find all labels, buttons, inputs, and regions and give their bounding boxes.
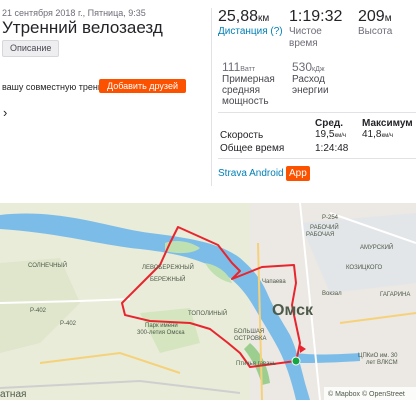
col-avg-header: Сред.: [315, 118, 344, 129]
map-label-gagarin: ГАГАРИНА: [380, 292, 410, 298]
map-label-r402b: Р-402: [60, 321, 77, 327]
map-label-rabochaya: РАБОЧАЯ: [306, 232, 334, 238]
chevron-right-icon[interactable]: ›: [3, 105, 7, 120]
map-label-vlksm: ЦПКиО им. 30: [358, 353, 398, 359]
map-label-chapaeva: Чапаева: [262, 279, 286, 285]
divider-stats: [218, 112, 416, 113]
energy-value: 530: [292, 60, 313, 74]
map-label-rabochiy: РАБОЧИЙ: [310, 223, 339, 231]
map-canvas[interactable]: Омск Парк имени 300-летия Омска ЛЕВОБЕРЕ…: [0, 203, 416, 400]
power-label: Примерная средняя мощность: [222, 74, 275, 107]
stat-distance: 25,88км Дистанция (?): [218, 8, 284, 38]
time-row-label: Общее время: [220, 143, 285, 154]
map-label-topolinyi: ТОПОЛИНЫЙ: [188, 309, 227, 317]
speed-max-value: 41,8: [362, 129, 382, 140]
energy-label: Расход энергии: [292, 74, 329, 96]
map-label-r402a: Р-402: [30, 308, 47, 314]
divider-vertical: [211, 8, 212, 186]
map-label-omsk: Омск: [272, 302, 314, 319]
speed-avg-unit: км/ч: [334, 133, 347, 139]
distance-value: 25,88: [218, 8, 259, 25]
energy-unit: кДж: [312, 66, 325, 73]
stat-energy: 530кДж Расход энергии: [292, 60, 358, 96]
map-label-amursky: АМУРСКИЙ: [360, 243, 393, 251]
map-label-park: Парк имени: [145, 323, 178, 329]
power-unit: Ватт: [240, 66, 256, 73]
power-value: 111: [222, 60, 241, 74]
map-label-park2: 300-летия Омска: [137, 330, 185, 336]
map-label-natnaya: атная: [0, 389, 26, 400]
map-label-kozitskogo: КОЗИЦКОГО: [346, 265, 382, 271]
stat-power: 111Ватт Примерная средняя мощность: [222, 60, 288, 107]
activity-date: 21 сентября 2018 г., Пятница, 9:35: [2, 8, 146, 18]
route-start-marker: [291, 356, 301, 366]
description-chip[interactable]: Описание: [2, 40, 60, 57]
stat-elevation: 209м Высота: [358, 8, 414, 38]
map-label-ostrovka: ОСТРОВКА: [234, 336, 267, 342]
map-label-vlksm2: лет ВЛКСМ: [366, 360, 398, 366]
add-friends-button[interactable]: Добавить друзей: [99, 79, 186, 93]
speed-row-label: Скорость: [220, 130, 264, 141]
map-river-om: [296, 353, 360, 363]
speed-avg-value: 19,5: [315, 129, 335, 140]
map-label-vokzal: Вокзал: [322, 291, 342, 297]
elevation-value: 209: [358, 8, 385, 25]
map-attribution[interactable]: © Mapbox © OpenStreet: [328, 390, 405, 398]
speed-max: 41,8км/ч: [362, 129, 393, 140]
divider-table: [218, 158, 416, 159]
map-label-r254: Р-254: [322, 215, 339, 221]
activity-title[interactable]: Утренний велозаезд: [2, 18, 163, 38]
map-label-beregovoy: БЕРЕЖНЫЙ: [150, 275, 185, 283]
moving-time-label: Чистое время: [289, 26, 322, 49]
map-label-left-bank: ЛЕВОБЕРЕЖНЫЙ: [142, 263, 194, 271]
device-name: Strava Android: [218, 168, 284, 179]
map-label-solnechnyi: СОЛНЕЧНЫЙ: [28, 261, 67, 269]
distance-unit: км: [258, 13, 270, 24]
map-label-pticha: Птичья гавань: [236, 361, 276, 367]
speed-avg: 19,5км/ч: [315, 129, 346, 140]
col-max-header: Максимум: [362, 118, 413, 129]
map-label-bolshaya: БОЛЬШАЯ: [234, 329, 264, 335]
stat-moving-time: 1:19:32 Чистое время: [289, 8, 349, 50]
speed-max-unit: км/ч: [381, 133, 394, 139]
route-map[interactable]: Омск Парк имени 300-летия Омска ЛЕВОБЕРЕ…: [0, 203, 416, 400]
elevation-label: Высота: [358, 26, 393, 37]
distance-label[interactable]: Дистанция (?): [218, 26, 284, 38]
app-badge: App: [286, 166, 310, 181]
moving-time-value: 1:19:32: [289, 8, 343, 25]
elapsed-time-value: 1:24:48: [315, 143, 349, 154]
elevation-unit: м: [384, 13, 392, 24]
